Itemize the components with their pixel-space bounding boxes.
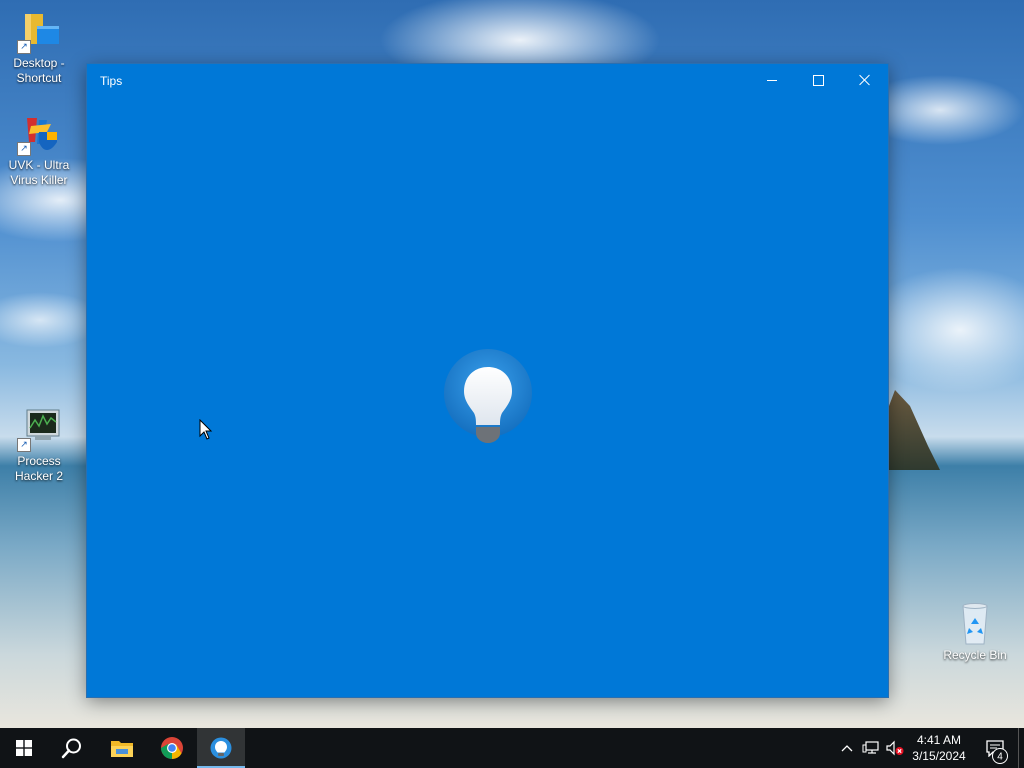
taskbar: 4:41 AM 3/15/2024: [0, 728, 1024, 768]
desktop-icon-label: UVK - Ultra Virus Killer: [8, 158, 70, 187]
volume-muted-icon: [886, 740, 904, 756]
lightbulb-icon: [210, 737, 232, 759]
clock-date: 3/15/2024: [912, 749, 966, 763]
desktop-icon-label: Desktop - Shortcut: [13, 56, 65, 85]
show-hidden-icons-button[interactable]: [838, 728, 856, 768]
window-title: Tips: [100, 74, 123, 88]
desktop-icon-recycle-bin[interactable]: Recycle Bin: [937, 602, 1013, 663]
show-desktop-button[interactable]: [1018, 728, 1024, 768]
folder-shortcut-icon: ↗: [17, 10, 61, 54]
network-icon: [862, 741, 879, 754]
file-explorer-button[interactable]: [98, 728, 146, 768]
start-button[interactable]: [0, 728, 48, 768]
desktop-icon-desktop-shortcut[interactable]: ↗ Desktop - Shortcut: [1, 10, 77, 86]
lightbulb-icon: [444, 349, 532, 445]
uvk-icon: ↗: [17, 112, 61, 156]
notification-count-badge: 4: [992, 748, 1008, 768]
svg-text:4: 4: [997, 752, 1003, 763]
desktop-icon-uvk[interactable]: ↗ UVK - Ultra Virus Killer: [1, 112, 77, 188]
chrome-icon: [161, 737, 183, 759]
desktop-icon-label: Process Hacker 2: [14, 454, 64, 483]
window-titlebar[interactable]: Tips: [87, 64, 888, 96]
desktop-icon-label: Recycle Bin: [943, 648, 1007, 662]
close-button[interactable]: [842, 64, 888, 96]
clock-time: 4:41 AM: [916, 733, 962, 747]
desktop-icon-process-hacker[interactable]: ↗ Process Hacker 2: [1, 408, 77, 484]
search-icon: [61, 738, 81, 759]
tips-window[interactable]: Tips: [87, 64, 888, 697]
taskbar-clock[interactable]: 4:41 AM 3/15/2024: [904, 728, 974, 768]
maximize-button[interactable]: [795, 64, 841, 96]
folder-icon: [111, 741, 133, 757]
chrome-button[interactable]: [148, 728, 196, 768]
recycle-bin-icon: [953, 602, 997, 646]
chevron-up-icon: [841, 745, 853, 752]
network-tray-button[interactable]: [860, 728, 882, 768]
mouse-cursor-icon: [199, 418, 213, 441]
wallpaper-cliff: [880, 390, 940, 470]
windows-start-icon: [16, 740, 32, 756]
tips-taskbar-button[interactable]: [197, 728, 245, 768]
process-hacker-icon: ↗: [17, 408, 61, 452]
close-icon: [859, 74, 871, 86]
minimize-button[interactable]: [749, 64, 795, 96]
maximize-icon: [812, 74, 824, 86]
search-button[interactable]: [48, 728, 96, 768]
volume-tray-button[interactable]: [884, 728, 906, 768]
minimize-icon: [767, 79, 777, 81]
